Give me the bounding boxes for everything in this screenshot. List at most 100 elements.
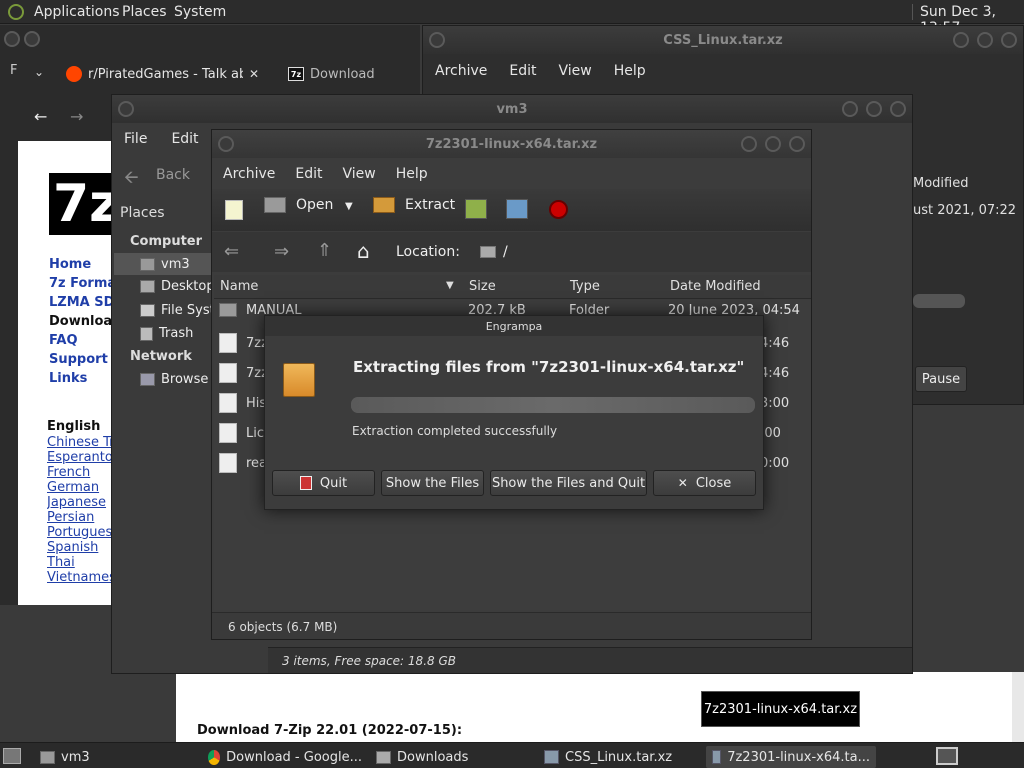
back-arrow-icon[interactable]: ← — [34, 107, 47, 126]
menu-edit[interactable]: Edit — [509, 63, 536, 79]
lang-japanese[interactable]: Japanese — [47, 495, 111, 510]
column-date[interactable]: Date Modified — [670, 279, 761, 294]
distro-logo-icon[interactable] — [8, 4, 24, 20]
sidebar-item-vm3[interactable]: vm3 — [114, 253, 212, 275]
lang-french[interactable]: French — [47, 465, 111, 480]
quit-icon — [299, 476, 312, 490]
lang-spanish[interactable]: Spanish — [47, 540, 111, 555]
nav-lzma-sdk[interactable]: LZMA SDK — [49, 293, 113, 312]
menu-archive[interactable]: Archive — [223, 166, 275, 182]
nav-home[interactable]: Home — [49, 255, 113, 274]
column-name[interactable]: Name — [220, 279, 258, 294]
sidebar-item-desktop[interactable]: Desktop — [140, 279, 215, 294]
add-files-icon[interactable] — [465, 199, 487, 219]
lang-esperanto[interactable]: Esperanto — [47, 450, 111, 465]
new-archive-icon[interactable] — [225, 200, 243, 220]
drive-icon — [140, 304, 155, 317]
stop-icon[interactable] — [549, 200, 568, 219]
show-desktop-icon[interactable] — [3, 748, 21, 764]
close-window-button[interactable] — [789, 136, 805, 152]
browser-tab-reddit[interactable]: r/PiratedGames - Talk abo ✕ — [60, 61, 270, 87]
quit-button[interactable]: Quit — [272, 470, 375, 496]
forward-arrow-icon[interactable]: → — [70, 107, 83, 126]
nav-links[interactable]: Links — [49, 369, 113, 388]
window-menu-button[interactable] — [218, 136, 234, 152]
taskbar-item-7z-archive[interactable]: 7z2301-linux-x64.ta... — [706, 746, 876, 768]
minimize-button[interactable] — [842, 101, 858, 117]
taskbar-item-vm3[interactable]: vm3 — [34, 746, 194, 768]
menu-help[interactable]: Help — [396, 166, 428, 182]
close-tab-icon[interactable]: ✕ — [249, 67, 259, 81]
show-files-and-quit-button[interactable]: Show the Files and Quit — [490, 470, 647, 496]
location-back-icon[interactable]: ⇐ — [224, 241, 239, 262]
nav-support[interactable]: Support — [49, 350, 113, 369]
location-home-icon[interactable]: ⌂ — [357, 239, 370, 263]
maximize-button[interactable] — [765, 136, 781, 152]
dialog-titlebar[interactable]: Engrampa — [265, 316, 763, 336]
add-folder-icon[interactable] — [506, 199, 528, 219]
sidebar-item-filesystem[interactable]: File Syst — [140, 303, 215, 318]
browser-window-button-2[interactable] — [24, 31, 40, 47]
system-menu[interactable]: System — [174, 4, 226, 20]
lang-german[interactable]: German — [47, 480, 111, 495]
lang-vietnamese[interactable]: Vietnamese — [47, 570, 111, 585]
open-dropdown-icon[interactable]: ▼ — [345, 201, 353, 212]
menu-edit[interactable]: Edit — [295, 166, 322, 182]
nav-faq[interactable]: FAQ — [49, 331, 113, 350]
menu-help[interactable]: Help — [614, 63, 646, 79]
maximize-button[interactable] — [866, 101, 882, 117]
close-window-button[interactable] — [890, 101, 906, 117]
vm3-titlebar[interactable]: vm3 — [112, 95, 912, 123]
lang-portuguese[interactable]: Portuguese — [47, 525, 111, 540]
nav-7z-format[interactable]: 7z Format — [49, 274, 113, 293]
taskbar-item-chrome[interactable]: Download - Google... — [202, 746, 368, 768]
tooltip-text: 7z2301-linux-x64.tar.xz — [703, 701, 858, 717]
browser-tab-download[interactable]: 7z Download — [284, 61, 414, 87]
reddit-icon — [66, 66, 82, 82]
lang-chinese[interactable]: Chinese Tra — [47, 435, 111, 450]
applications-menu[interactable]: Applications — [34, 4, 120, 20]
css-window-titlebar[interactable]: CSS_Linux.tar.xz — [423, 26, 1023, 54]
sidebar-item-trash[interactable]: Trash — [140, 326, 193, 341]
menu-file[interactable]: File — [124, 131, 147, 147]
minimize-button[interactable] — [741, 136, 757, 152]
maximize-button[interactable] — [977, 32, 993, 48]
taskbar-item-css-linux[interactable]: CSS_Linux.tar.xz — [538, 746, 704, 768]
window-menu-button[interactable] — [118, 101, 134, 117]
close-window-button[interactable] — [1001, 32, 1017, 48]
close-button[interactable]: ✕ Close — [653, 470, 756, 496]
minimize-button[interactable] — [953, 32, 969, 48]
pause-button[interactable]: Pause — [915, 366, 967, 392]
page-scrollbar[interactable] — [1012, 672, 1024, 742]
archive-titlebar[interactable]: 7z2301-linux-x64.tar.xz — [212, 130, 811, 158]
lang-persian[interactable]: Persian — [47, 510, 111, 525]
menu-view[interactable]: View — [343, 166, 376, 182]
location-path[interactable]: / — [503, 244, 508, 260]
nav-download[interactable]: Download — [49, 312, 113, 331]
lang-thai[interactable]: Thai — [47, 555, 111, 570]
extract-button[interactable]: Extract — [373, 197, 455, 213]
open-button[interactable]: Open — [264, 197, 333, 213]
menu-edit[interactable]: Edit — [171, 131, 198, 147]
back-button[interactable]: Back — [156, 167, 190, 183]
menu-view[interactable]: View — [559, 63, 592, 79]
window-menu-button[interactable] — [429, 32, 445, 48]
column-modified[interactable]: Modified — [913, 176, 968, 191]
column-size[interactable]: Size — [469, 279, 496, 294]
taskbar-item-downloads[interactable]: Downloads — [370, 746, 536, 768]
places-menu[interactable]: Places — [122, 4, 167, 20]
column-type[interactable]: Type — [570, 279, 600, 294]
sidebar-item-browse-network[interactable]: Browse N — [140, 372, 222, 387]
places-label[interactable]: Places — [120, 205, 165, 221]
sort-down-icon[interactable]: ▼ — [446, 280, 454, 291]
browser-tab-label: r/PiratedGames - Talk abo — [88, 66, 243, 82]
show-files-button[interactable]: Show the Files — [381, 470, 484, 496]
workspace-switcher-icon[interactable] — [936, 747, 958, 765]
tab-list-chevron-icon[interactable]: ⌄ — [34, 65, 44, 79]
back-icon[interactable]: 🡨 — [124, 165, 139, 195]
location-forward-icon[interactable]: ⇒ — [274, 241, 289, 262]
browser-window-button[interactable] — [4, 31, 20, 47]
file-name[interactable]: Lic — [246, 426, 264, 441]
menu-archive[interactable]: Archive — [435, 63, 487, 79]
location-up-icon[interactable]: ⇑ — [317, 240, 332, 261]
